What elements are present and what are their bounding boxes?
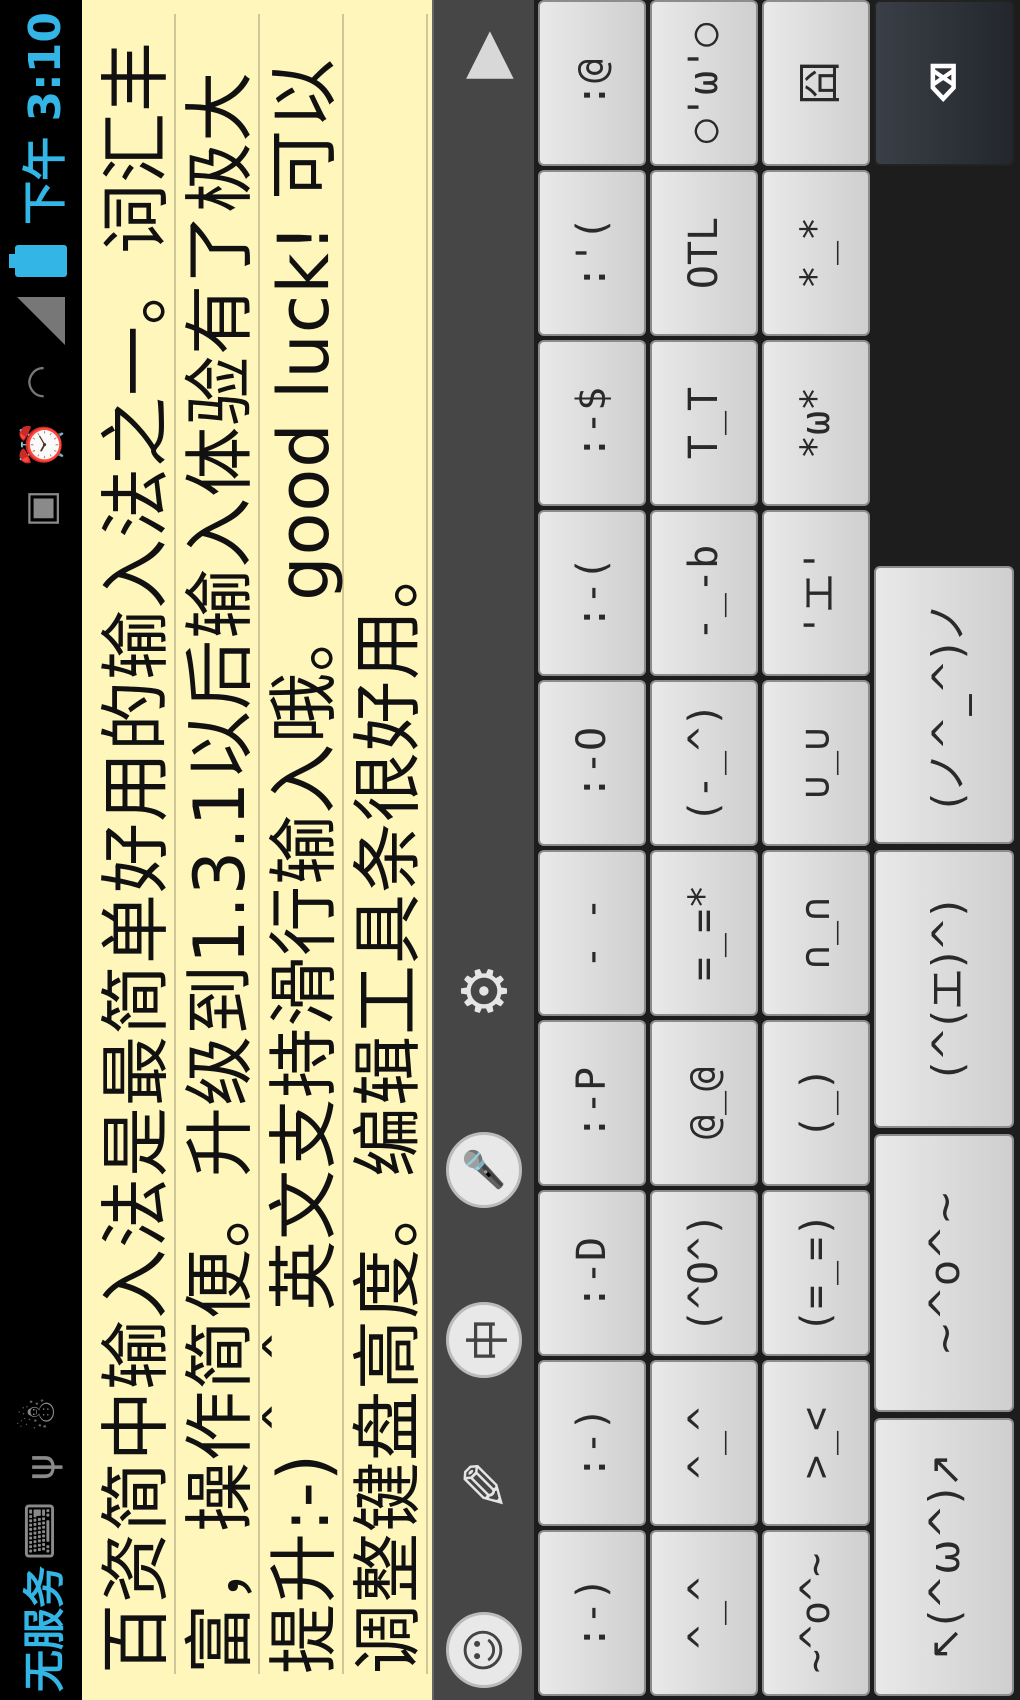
system-icons: ▣ ⏰ ◠ 下午 3:10 xyxy=(14,12,71,528)
emoticon-key[interactable]: ^_^ xyxy=(650,1530,758,1696)
emoticon-key[interactable]: ^_^ xyxy=(650,1360,758,1526)
emoticon-key[interactable]: :@ xyxy=(538,0,646,166)
microphone-icon[interactable]: 🎤 xyxy=(446,1132,522,1208)
editor-text[interactable]: 百资简中输入法是最简单好用的输入法之一。词汇丰富，操作简便。升级到1.3.1以后… xyxy=(94,14,430,1674)
emoticon-key[interactable]: :-$ xyxy=(538,340,646,506)
signal-icon xyxy=(17,296,65,345)
settings-glyph: ⚙ xyxy=(447,963,521,1019)
sim-icon: ▣ xyxy=(18,489,64,528)
delete-key[interactable]: ⌫ xyxy=(874,0,1014,166)
emoticon-key[interactable]: :-) xyxy=(538,1360,646,1526)
android-icon: ☃ xyxy=(18,1396,64,1432)
emoticon-key[interactable]: - - xyxy=(538,850,646,1016)
emoticon-wide-key[interactable]: ↖(^ω^)↗ xyxy=(874,1418,1014,1696)
emoticon-key[interactable]: :-( xyxy=(538,510,646,676)
handwriting-icon[interactable]: ✎ xyxy=(439,1447,529,1527)
emoticon-icon[interactable]: ☺ xyxy=(446,1612,522,1688)
emoticon-key[interactable]: (_) xyxy=(762,1020,870,1186)
emoticon-keyboard: :-):-):-D:-P - -:-O:-(:-$:'(:@ ^_^ ^_^ (^O^)… xyxy=(534,0,1020,1700)
status-bar: 无服务 ⌨ ψ ☃ ▣ ⏰ ◠ 下午 3:10 xyxy=(0,0,82,1700)
handwriting-glyph: ✎ xyxy=(458,1450,510,1524)
emoticon-key[interactable]: :'( xyxy=(538,170,646,336)
microphone-glyph: 🎤 xyxy=(464,1147,505,1193)
emoticon-key[interactable]: ∩_∩ xyxy=(762,850,870,1016)
emoticon-key[interactable]: =_=* xyxy=(650,850,758,1016)
emoticon-key[interactable]: :-P xyxy=(538,1020,646,1186)
notification-icons: ⌨ ψ ☃ xyxy=(14,1396,68,1560)
usb-icon: ψ xyxy=(18,1453,64,1481)
emoticon-key[interactable]: ∪_∪ xyxy=(762,680,870,846)
collapse-keyboard-icon[interactable]: ▶ xyxy=(444,10,524,100)
carrier-label: 无服务 xyxy=(19,1565,69,1692)
settings-icon[interactable]: ⚙ xyxy=(444,946,524,1036)
emoticon-key[interactable]: 'エ' xyxy=(762,510,870,676)
emoticon-key[interactable]: OTL xyxy=(650,170,758,336)
collapse-glyph: ▶ xyxy=(447,31,521,79)
emoticon-key[interactable]: @_@ xyxy=(650,1020,758,1186)
emoticon-key[interactable]: 囧 xyxy=(762,0,870,166)
text-editor[interactable]: 百资简中输入法是最简单好用的输入法之一。词汇丰富，操作简便。升级到1.3.1以后… xyxy=(82,0,434,1700)
keyboard-icon: ⌨ xyxy=(18,1502,64,1560)
emoticon-wide-key[interactable]: (ノ^_^)ノ xyxy=(874,566,1014,844)
ime-toolbar: ☺ ✎ 中 🎤 ⚙ ▶ xyxy=(432,0,536,1700)
emoticon-key[interactable]: T_T xyxy=(650,340,758,506)
alarm-icon: ⏰ xyxy=(18,419,65,470)
chinese-mode-glyph: 中 xyxy=(463,1318,514,1362)
emoticon-wide-key[interactable]: (^(エ)^) xyxy=(874,850,1014,1128)
emoticon-key[interactable]: *_* xyxy=(762,170,870,336)
emoticon-key[interactable]: (-_^) xyxy=(650,680,758,846)
emoticon-key[interactable]: :-O xyxy=(538,680,646,846)
chinese-mode-icon[interactable]: 中 xyxy=(446,1302,522,1378)
emoticon-key[interactable]: >_< xyxy=(762,1360,870,1526)
emoticon-key[interactable]: *ω* xyxy=(762,340,870,506)
emoticon-key[interactable]: -_-b xyxy=(650,510,758,676)
emoticon-key[interactable]: :-) xyxy=(538,1530,646,1696)
emoticon-key[interactable]: (^O^) xyxy=(650,1190,758,1356)
landscape-screen: 无服务 ⌨ ψ ☃ ▣ ⏰ ◠ 下午 3:10 百资简中输入法是最简单好用的输入… xyxy=(0,0,1020,1700)
emoticon-wide-key[interactable]: ~^o^~ xyxy=(874,1134,1014,1412)
clock-time: 下午 3:10 xyxy=(20,12,71,225)
emoticon-glyph: ☺ xyxy=(458,1627,510,1673)
emoticon-key[interactable]: ○'ω'○ xyxy=(650,0,758,166)
emoticon-key[interactable]: (=_=) xyxy=(762,1190,870,1356)
emoticon-key[interactable]: ~^o^~ xyxy=(762,1530,870,1696)
battery-icon xyxy=(15,244,67,277)
emoticon-key[interactable]: :-D xyxy=(538,1190,646,1356)
wifi-icon: ◠ xyxy=(18,364,64,400)
